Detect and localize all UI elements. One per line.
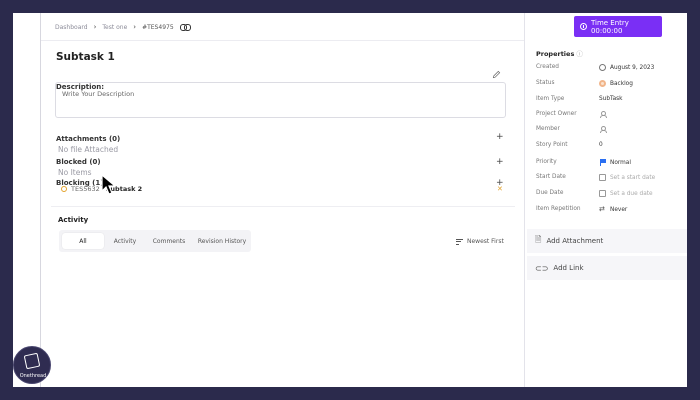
status-selector[interactable]: Backlog [599,80,633,87]
breadcrumb-separator: › [133,23,137,31]
sort-dropdown[interactable]: Newest First [456,238,504,245]
user-icon [599,126,607,133]
section-divider [51,206,515,207]
status-value: Backlog [610,80,633,87]
due-date-value: Set a due date [610,190,653,197]
prop-value: SubTask [599,96,623,102]
prop-label: Created [536,64,559,70]
properties-sidebar: Time Entry 00:00:00 Properties ⓘ Created … [524,13,687,387]
blocked-label: Blocked (0) [56,158,101,166]
prop-project-owner[interactable]: Project Owner [536,111,686,118]
due-date-picker[interactable]: Set a due date [599,190,653,197]
repetition-selector[interactable]: ⇄ Never [599,206,627,213]
tab-all[interactable]: All [62,233,104,249]
repetition-value: Never [610,206,628,213]
prop-label: Item Repetition [536,206,581,212]
project-owner-picker[interactable] [599,111,610,118]
flag-icon [599,159,606,166]
breadcrumb-project[interactable]: Test one [102,24,127,31]
priority-selector[interactable]: Normal [599,159,631,166]
description-input[interactable]: Write Your Description [55,82,506,118]
prop-member[interactable]: Member [536,126,686,133]
time-entry-label: Time Entry 00:00:00 [590,18,629,35]
add-attachment-button[interactable]: 🗎 Add Attachment [527,229,687,253]
prop-label: Priority [536,159,557,165]
prop-created: Created August 9, 2023 [536,64,686,71]
app-window: Dashboard › Test one › #TES4975 Subtask … [13,13,687,387]
start-date-value: Set a start date [610,174,656,181]
prop-start-date[interactable]: Start Date Set a start date [536,174,686,181]
properties-title: Properties ⓘ [536,48,583,58]
blocked-empty-text: No Items [58,168,92,177]
properties-title-text: Properties [536,50,575,58]
story-point-number: 0 [599,142,603,148]
add-attachment-plus-icon[interactable]: + [496,132,504,142]
info-icon[interactable]: ⓘ [576,50,583,58]
logo-glyph-icon [23,352,41,370]
sort-label: Newest First [467,238,504,245]
breadcrumb: Dashboard › Test one › #TES4975 [55,23,191,31]
edit-pencil-icon[interactable] [492,70,501,79]
activity-tabs: All Activity Comments Revision History [59,230,251,252]
mouse-cursor-icon [101,174,117,195]
clock-icon [580,23,587,30]
member-picker[interactable] [599,126,610,133]
brand-logo: Onethread [13,346,51,384]
user-icon [599,111,607,118]
prop-label: Story Point [536,142,568,148]
story-point-value[interactable]: 0 [599,142,603,148]
top-bar: Dashboard › Test one › #TES4975 [41,13,525,41]
activity-title: Activity [58,216,89,224]
calendar-icon [599,190,606,197]
attachments-empty-text: No file Attached [58,145,119,154]
brand-name: Onethread [19,373,47,379]
clock-icon [599,64,606,71]
prop-item-repetition[interactable]: Item Repetition ⇄ Never [536,206,686,213]
breadcrumb-separator: › [93,23,97,31]
tab-comments[interactable]: Comments [147,233,191,249]
add-link-button[interactable]: ⊂⊃ Add Link [527,256,687,280]
task-main-panel: Dashboard › Test one › #TES4975 Subtask … [41,13,525,387]
prop-story-point[interactable]: Story Point 0 [536,142,686,148]
add-attachment-label: Add Attachment [546,237,604,245]
prop-value: August 9, 2023 [599,64,654,71]
repeat-icon: ⇄ [599,205,605,213]
prop-due-date[interactable]: Due Date Set a due date [536,190,686,197]
copy-link-icon[interactable] [179,24,191,31]
sort-icon [456,238,463,245]
item-type-value: SubTask [599,96,623,102]
blocking-item-id: TES5632 [71,185,100,193]
attachments-label: Attachments (0) [56,135,121,143]
created-date: August 9, 2023 [610,64,655,71]
prop-label: Status [536,80,555,86]
tab-revision-history[interactable]: Revision History [194,233,250,249]
start-date-picker[interactable]: Set a start date [599,174,655,181]
link-icon: ⊂⊃ [535,263,549,273]
calendar-icon [599,174,606,181]
breadcrumb-dashboard[interactable]: Dashboard [55,24,88,31]
task-title[interactable]: Subtask 1 [56,51,115,63]
remove-blocking-icon[interactable]: ✕ [497,185,503,193]
prop-label: Project Owner [536,111,577,117]
priority-value: Normal [610,159,631,166]
add-blocked-plus-icon[interactable]: + [496,157,504,167]
attachment-icon: 🗎 [535,235,542,244]
time-entry-button[interactable]: Time Entry 00:00:00 [574,16,662,37]
prop-item-type: Item Type SubTask [536,96,686,102]
add-link-label: Add Link [553,264,584,272]
status-dot-icon [61,186,67,192]
backlog-icon [599,80,606,87]
breadcrumb-task-id: #TES4975 [142,23,174,31]
tab-activity[interactable]: Activity [107,233,143,249]
prop-label: Item Type [536,96,565,102]
prop-label: Due Date [536,190,564,196]
prop-label: Start Date [536,174,566,180]
prop-status[interactable]: Status Backlog [536,80,686,87]
prop-priority[interactable]: Priority Normal [536,159,686,166]
prop-label: Member [536,126,560,132]
